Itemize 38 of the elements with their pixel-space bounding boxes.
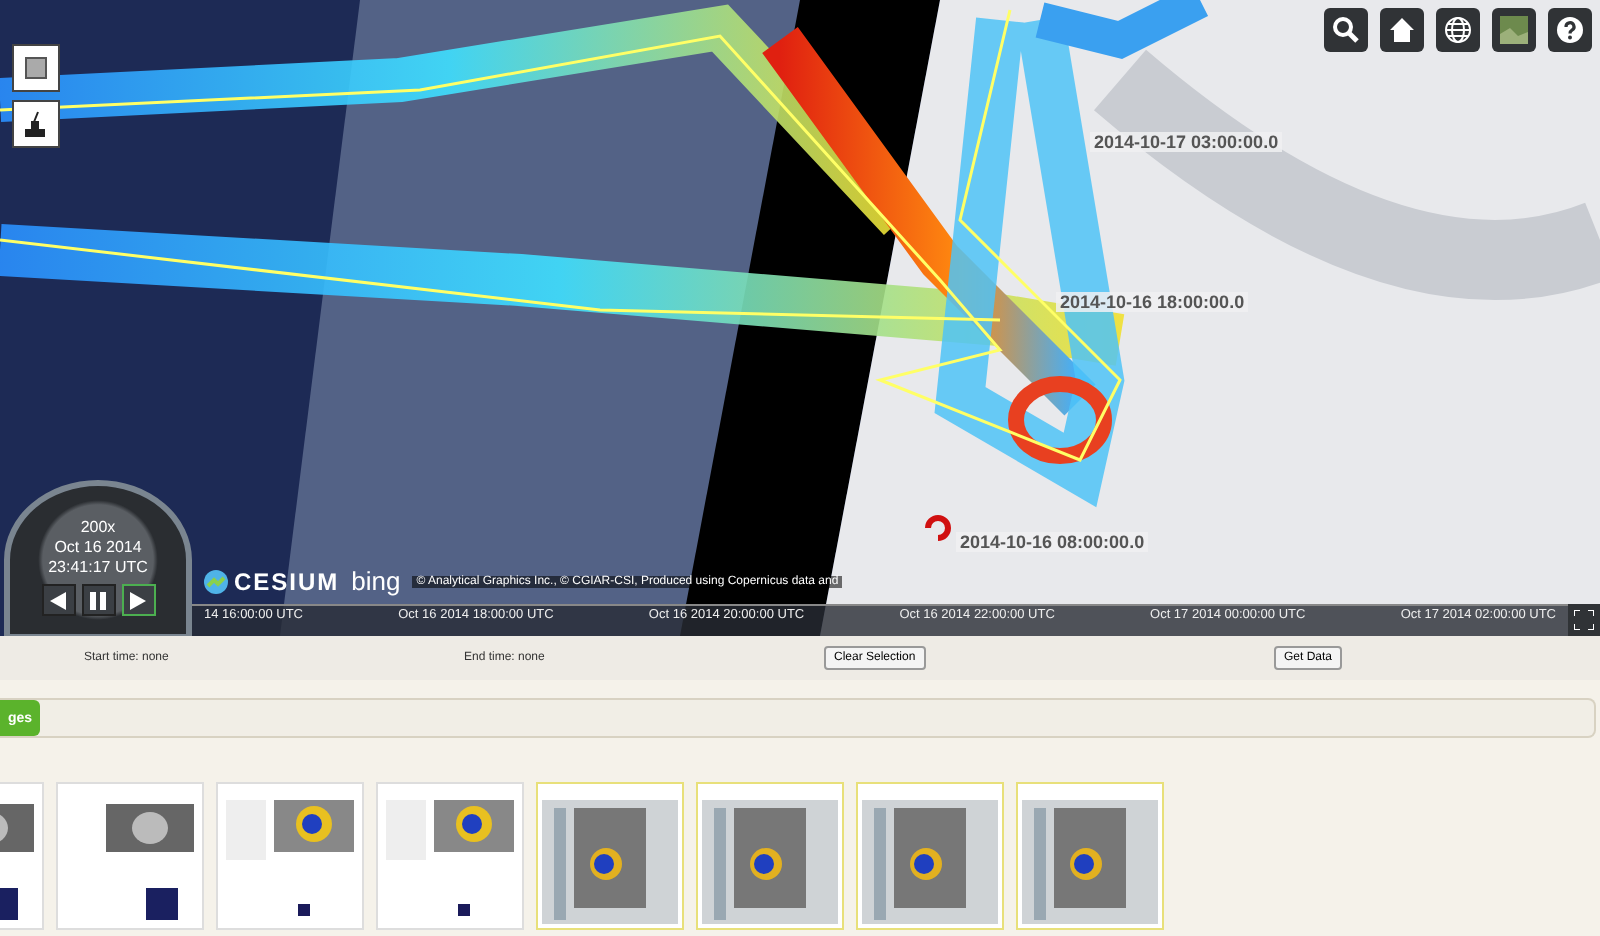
draw-tool-button[interactable] <box>12 100 60 148</box>
square-tool-button[interactable] <box>12 44 60 92</box>
logo-icon <box>204 569 228 593</box>
help-button[interactable] <box>1548 8 1592 52</box>
bing-logo[interactable]: bing <box>351 566 401 596</box>
home-button[interactable] <box>1380 8 1424 52</box>
timestamp-label: 2014-10-17 03:00:00.0 <box>1090 132 1283 152</box>
home-icon <box>1388 16 1416 44</box>
screenshot-thumbnail[interactable] <box>696 782 844 930</box>
date-text: Oct 16 2014 <box>54 538 142 558</box>
help-icon <box>1556 16 1584 44</box>
fullscreen-button[interactable] <box>1568 604 1600 636</box>
screenshot-thumbnail[interactable] <box>1016 782 1164 930</box>
play-button[interactable] <box>121 584 155 616</box>
imagery-thumbnail-icon <box>1500 16 1528 44</box>
screenshot-thumbnail[interactable] <box>536 782 684 930</box>
globe-button[interactable] <box>1436 8 1480 52</box>
back-icon <box>50 591 66 609</box>
pause-button[interactable] <box>81 584 115 616</box>
globe-icon <box>1444 16 1472 44</box>
screenshot-thumbnail[interactable] <box>376 782 524 930</box>
search-button[interactable] <box>1324 8 1368 52</box>
back-button[interactable] <box>41 584 75 616</box>
screenshot-thumbnail[interactable] <box>856 782 1004 930</box>
square-icon <box>24 56 48 80</box>
pause-icon <box>90 591 106 609</box>
timestamp-label: 2014-10-16 18:00:00.0 <box>1056 292 1249 312</box>
time-text: 23:41:17 UTC <box>48 558 148 578</box>
cesium-logo[interactable]: CESIUM <box>204 567 340 595</box>
screenshot-thumbnail[interactable] <box>56 782 204 930</box>
pen-tool-icon <box>22 110 50 138</box>
imagery-button[interactable] <box>1492 8 1536 52</box>
speed-text: 200x <box>80 518 116 538</box>
play-icon <box>130 591 146 609</box>
search-icon <box>1332 16 1360 44</box>
timestamp-label: 2014-10-16 08:00:00.0 <box>956 532 1149 552</box>
screenshot-thumbnail[interactable] <box>216 782 364 930</box>
fullscreen-icon <box>1574 610 1594 630</box>
